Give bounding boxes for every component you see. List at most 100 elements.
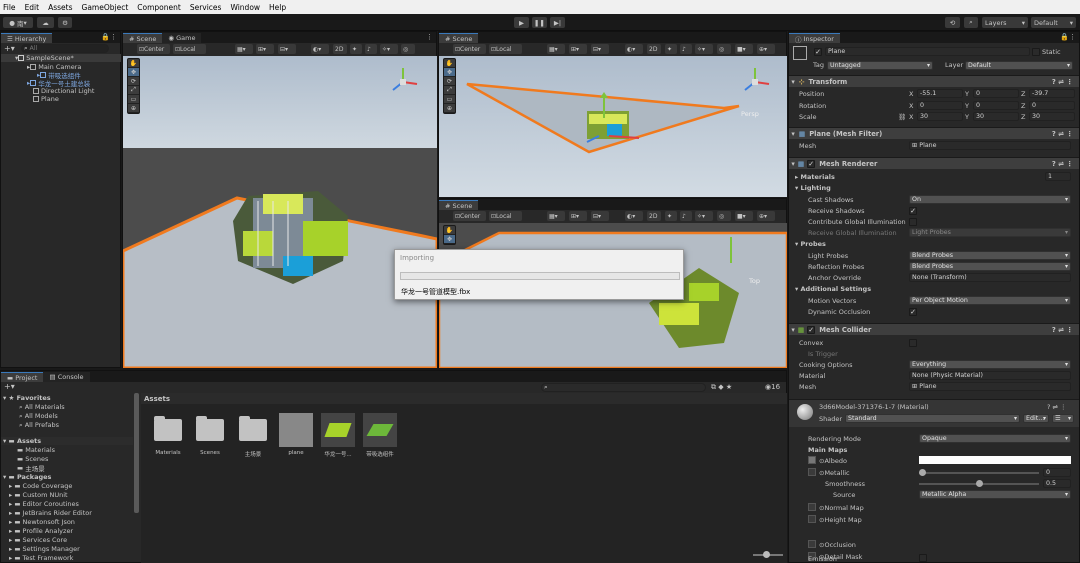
cloud-icon[interactable]: ☁ bbox=[37, 17, 54, 28]
tab-hierarchy[interactable]: ☰ Hierarchy bbox=[1, 33, 53, 43]
cooking-options-dropdown[interactable]: Everything bbox=[909, 360, 1071, 369]
tab-console[interactable]: ▤ Console bbox=[43, 372, 90, 382]
tree-scene-root[interactable]: ▾ SampleScene* bbox=[1, 54, 121, 62]
probes-foldout[interactable]: ▾ Probes bbox=[795, 240, 826, 248]
pause-button[interactable]: ❚❚ bbox=[532, 17, 547, 28]
folder-scenes[interactable]: ▬ Scenes bbox=[1, 455, 48, 463]
increment-icon[interactable]: ⊟▾ bbox=[278, 44, 296, 54]
position-x-input[interactable]: -55.1 bbox=[917, 89, 963, 98]
hierarchy-search-input[interactable]: ⌕ All bbox=[21, 44, 109, 53]
add-icon[interactable]: +▾ bbox=[4, 382, 15, 391]
history-icon[interactable]: ⟲ bbox=[945, 17, 960, 28]
metallic-texture-slot[interactable] bbox=[808, 468, 816, 476]
menu-file[interactable]: File bbox=[3, 3, 16, 12]
filter-icons[interactable]: ⧉ ◆ ★ bbox=[711, 383, 732, 392]
camera-icon[interactable]: ■▾ bbox=[735, 44, 753, 54]
mesh-collider-header[interactable]: ▾ ▦ ✓ Mesh Collider? ⇌ ⋮ bbox=[789, 323, 1079, 335]
project-search-input[interactable]: ⌕ bbox=[541, 383, 706, 392]
menu-assets[interactable]: Assets bbox=[48, 3, 72, 12]
hidden-icon[interactable]: ◎ bbox=[401, 44, 415, 54]
receive-shadows-checkbox[interactable]: ✓ bbox=[909, 207, 917, 215]
asset-folder-scenes[interactable]: Scenes bbox=[193, 413, 227, 456]
menu-services[interactable]: Services bbox=[190, 3, 222, 12]
tab-project[interactable]: ▬ Project bbox=[1, 372, 44, 382]
shader-list-icon[interactable]: ☰ bbox=[1052, 414, 1074, 423]
tree-scrollbar[interactable] bbox=[134, 393, 139, 513]
tag-dropdown[interactable]: Untagged bbox=[827, 61, 933, 70]
rect-tool-icon[interactable]: ▭ bbox=[444, 95, 455, 104]
package-item[interactable]: ▸ ▬ Editor Coroutines bbox=[1, 500, 79, 508]
menu-edit[interactable]: Edit bbox=[25, 3, 40, 12]
package-item[interactable]: ▸ ▬ Profile Analyzer bbox=[1, 527, 73, 535]
asset-folder-materials[interactable]: Materials bbox=[151, 413, 185, 456]
breadcrumb[interactable]: Assets bbox=[141, 393, 787, 404]
effects-icon-2[interactable]: ✧▾ bbox=[695, 44, 713, 54]
scene-viewport[interactable]: ✋ ✥ ⟳ ⤢ ▭ ⊕ bbox=[123, 56, 437, 368]
motion-vectors-dropdown[interactable]: Per Object Motion bbox=[909, 296, 1071, 305]
tree-plane[interactable]: Plane bbox=[1, 95, 59, 103]
transform-tool-icon[interactable]: ⊕ bbox=[128, 104, 139, 113]
rotation-x-input[interactable]: 0 bbox=[917, 101, 963, 110]
shading-icon[interactable]: ◐▾ bbox=[311, 44, 329, 54]
lighting-foldout[interactable]: ▾ Lighting bbox=[795, 184, 831, 192]
convex-checkbox[interactable] bbox=[909, 339, 917, 347]
increment-icon-2[interactable]: ⊟▾ bbox=[591, 44, 609, 54]
audio-icon-2[interactable]: ♪ bbox=[680, 44, 692, 54]
collider-mesh-field[interactable]: ⊞ Plane bbox=[909, 382, 1071, 391]
mesh-renderer-header[interactable]: ▾ ▦ ✓ Mesh Renderer? ⇌ ⋮ bbox=[789, 157, 1079, 169]
layer-dropdown[interactable]: Default bbox=[965, 61, 1073, 70]
hand-tool-icon[interactable]: ✋ bbox=[444, 59, 455, 68]
tab-inspector[interactable]: ⓘ Inspector bbox=[789, 33, 840, 44]
orientation-gizmo-icon[interactable] bbox=[387, 64, 427, 100]
fav-all-models[interactable]: ⌕ All Models bbox=[1, 412, 58, 421]
fav-all-materials[interactable]: ⌕ All Materials bbox=[1, 403, 65, 412]
receive-gi-dropdown[interactable]: Light Probes bbox=[909, 228, 1071, 237]
snap-icon-2[interactable]: ⊞▾ bbox=[569, 44, 587, 54]
favorites-root[interactable]: ▾ ★ Favorites bbox=[1, 394, 51, 402]
link-icon[interactable]: ⛓ bbox=[898, 113, 906, 121]
grid-icon-3[interactable]: ▦▾ bbox=[547, 211, 565, 221]
contribute-gi-checkbox[interactable] bbox=[909, 218, 917, 226]
tab-scene-2[interactable]: # Scene bbox=[439, 33, 479, 43]
package-item[interactable]: ▸ ▬ Code Coverage bbox=[1, 482, 72, 490]
static-checkbox[interactable] bbox=[1032, 48, 1040, 56]
asset-folder-main-scene[interactable]: 主场景 bbox=[236, 413, 270, 458]
albedo-texture-slot[interactable] bbox=[808, 456, 816, 464]
additional-settings-foldout[interactable]: ▾ Additional Settings bbox=[795, 285, 871, 293]
rotate-tool-icon[interactable]: ⟳ bbox=[444, 77, 455, 86]
component-menu-icon[interactable]: ? ⇌ ⋮ bbox=[1052, 326, 1073, 334]
package-item[interactable]: ▸ ▬ Custom NUnit bbox=[1, 491, 68, 499]
lock-icon[interactable]: 🔒⋮ bbox=[101, 33, 117, 41]
package-item[interactable]: ▸ ▬ Test Framework bbox=[1, 554, 73, 562]
rotate-tool-icon[interactable]: ⟳ bbox=[128, 77, 139, 86]
scale-y-input[interactable]: 30 bbox=[973, 112, 1019, 121]
zoom-slider[interactable] bbox=[753, 551, 783, 558]
materials-foldout[interactable]: ▸ Materials bbox=[795, 173, 835, 181]
folder-materials[interactable]: ▬ Materials bbox=[1, 446, 55, 454]
rotation-z-input[interactable]: 0 bbox=[1029, 101, 1075, 110]
transform-tool-icon[interactable]: ⊕ bbox=[444, 104, 455, 113]
position-y-input[interactable]: 0 bbox=[973, 89, 1019, 98]
2d-toggle-2[interactable]: 2D bbox=[647, 44, 661, 54]
orientation-gizmo-icon[interactable] bbox=[739, 64, 779, 100]
scale-x-input[interactable]: 30 bbox=[917, 112, 963, 121]
anchor-override-field[interactable]: None (Transform) bbox=[909, 273, 1071, 282]
scene-viewport-persp[interactable]: ✋ ✥ ⟳ ⤢ ▭ ⊕ Persp bbox=[439, 56, 787, 197]
layout-dropdown[interactable]: Default ▾ bbox=[1031, 17, 1076, 28]
mesh-filter-header[interactable]: ▾ ▦ Plane (Mesh Filter)? ⇌ ⋮ bbox=[789, 127, 1079, 139]
light-probes-dropdown[interactable]: Blend Probes bbox=[909, 251, 1071, 260]
shading-icon-3[interactable]: ◐▾ bbox=[625, 211, 643, 221]
component-menu-icon[interactable]: ? ⇌ ⋮ bbox=[1047, 403, 1067, 411]
position-z-input[interactable]: -39.7 bbox=[1029, 89, 1075, 98]
pivot-local-dropdown-3[interactable]: ⊡ Local bbox=[489, 211, 522, 221]
lighting-icon-2[interactable]: ✦ bbox=[665, 44, 677, 54]
pivot-local-dropdown[interactable]: ⊡ Local bbox=[173, 44, 206, 54]
menu-gameobject[interactable]: GameObject bbox=[82, 3, 129, 12]
reflection-probes-dropdown[interactable]: Blend Probes bbox=[909, 262, 1071, 271]
menu-window[interactable]: Window bbox=[230, 3, 260, 12]
lighting-icon[interactable]: ✦ bbox=[350, 44, 362, 54]
effects-icon[interactable]: ✧▾ bbox=[380, 44, 398, 54]
materials-count-input[interactable]: 1 bbox=[1045, 172, 1071, 181]
smoothness-value-input[interactable]: 0.5 bbox=[1043, 479, 1071, 488]
cast-shadows-dropdown[interactable]: On bbox=[909, 195, 1071, 204]
